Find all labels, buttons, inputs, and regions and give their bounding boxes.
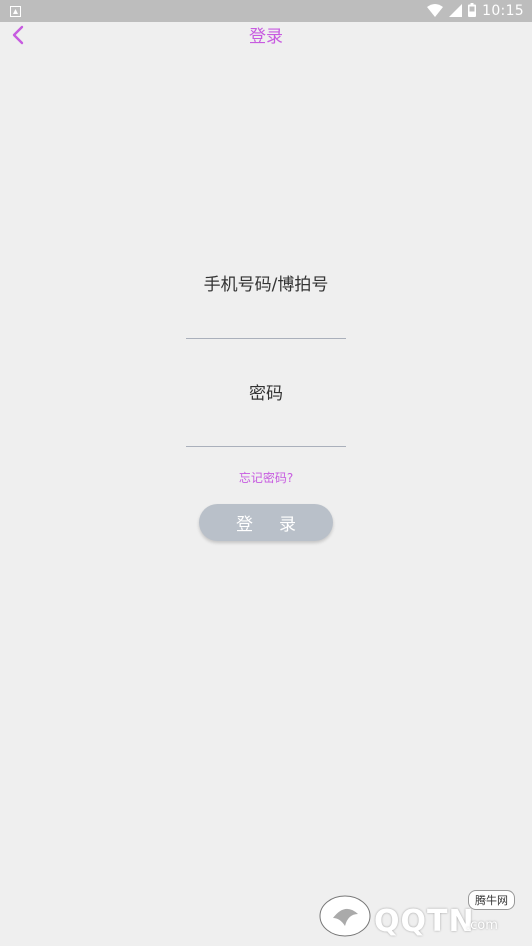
password-label: 密码 [249,384,283,404]
watermark-tag: 腾牛网 [468,890,515,910]
forgot-password-link[interactable]: 忘记密码? [0,469,532,486]
wifi-icon [427,2,444,21]
notification-icon [8,4,22,18]
battery-icon [468,2,477,21]
login-button[interactable]: 登录 [199,504,333,541]
header: 登录 [0,22,532,52]
status-icons: 10:15 [427,0,524,22]
password-input[interactable] [186,418,346,447]
account-input[interactable] [186,310,346,339]
status-bar: 10:15 [0,0,532,22]
page-title: 登录 [249,27,283,47]
watermark-brand: QQTN [374,904,475,939]
signal-icon [449,2,463,21]
watermark-logo: QQTN .com 腾牛网 [316,886,526,942]
watermark-domain: .com [466,918,498,933]
status-time: 10:15 [482,3,524,19]
account-label: 手机号码/博拍号 [203,275,329,295]
watermark-emblem-icon [318,892,372,942]
